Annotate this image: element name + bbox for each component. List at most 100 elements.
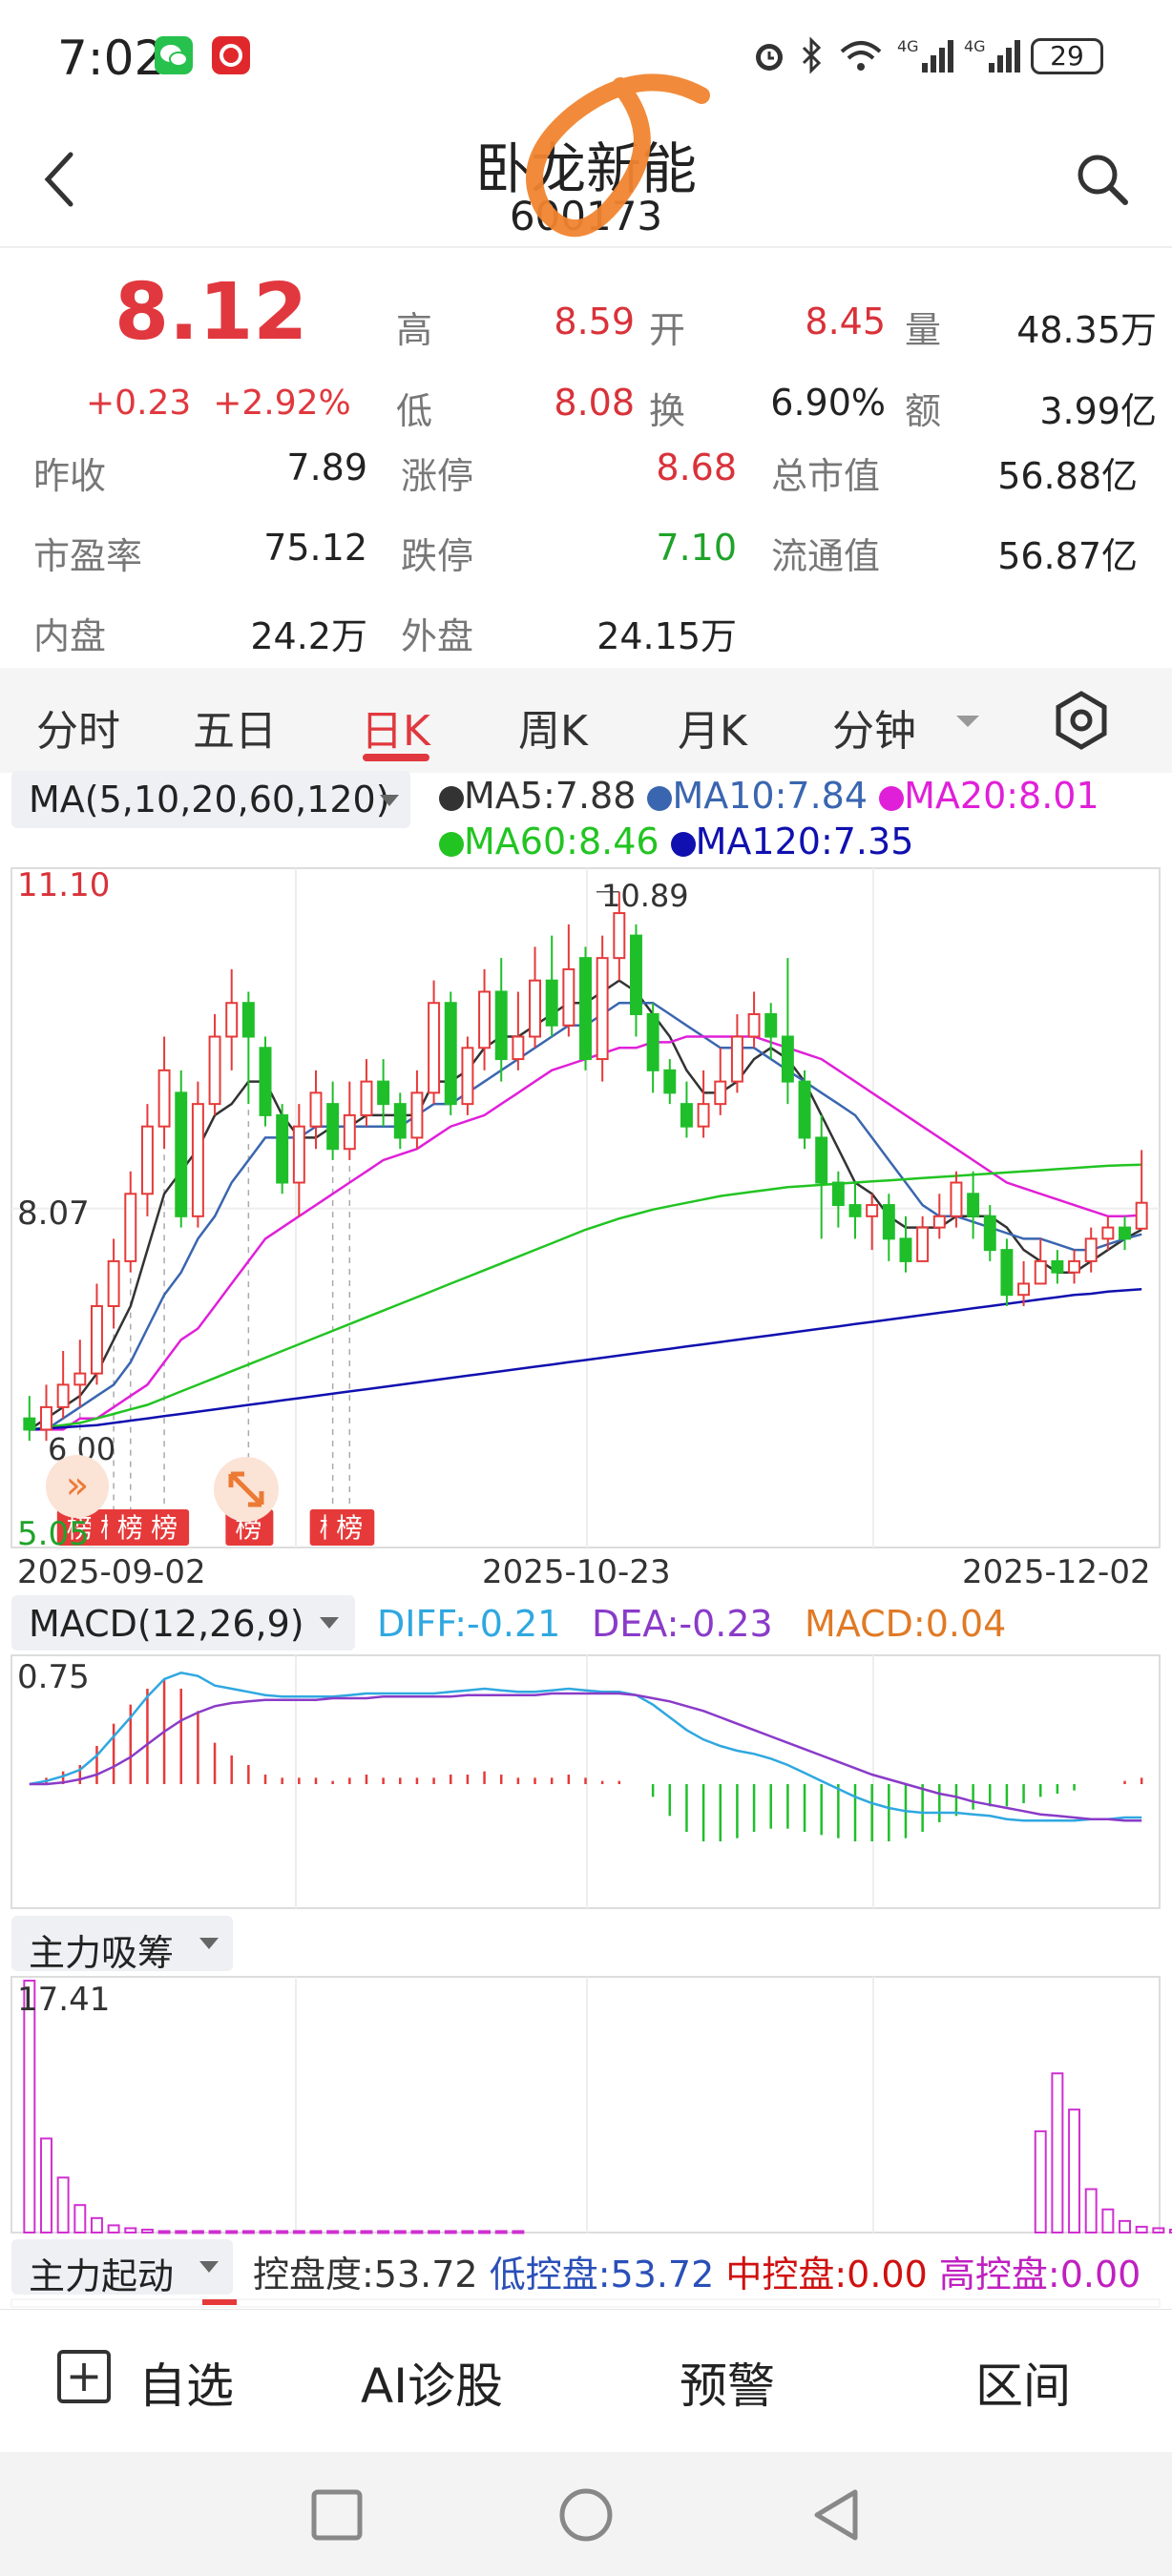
- candle-10: [191, 1103, 204, 1217]
- chip-bar-17: [309, 2230, 323, 2234]
- chip-selector-label: 主力吸筹: [29, 1932, 175, 1974]
- prev-close-label: 昨收: [33, 455, 107, 497]
- candle-55: [950, 1181, 963, 1217]
- chevron-down-icon: [199, 2261, 219, 2273]
- low-label: 低: [396, 390, 433, 432]
- chip-bar-23: [410, 2230, 424, 2234]
- tab-timeshare[interactable]: 分时: [36, 696, 120, 758]
- chip-bar-1: [40, 2137, 52, 2234]
- mid-control: 中控盘:0.00: [725, 2254, 928, 2296]
- candle-61: [1051, 1259, 1064, 1274]
- range-button[interactable]: 区间: [975, 2348, 1071, 2417]
- chip-bar-66: [1135, 2225, 1148, 2234]
- candle-19: [343, 1113, 356, 1151]
- tab-weekly-k[interactable]: 周K: [518, 696, 588, 758]
- candle-22: [393, 1103, 407, 1139]
- candle-53: [916, 1226, 930, 1262]
- list-marker-text-3: 榜: [151, 1512, 178, 1544]
- float-cap-value: 56.87亿: [997, 535, 1138, 577]
- macd-selector[interactable]: MACD(12,26,9): [11, 1595, 355, 1651]
- chip-bar-65: [1119, 2219, 1131, 2234]
- watchlist-button[interactable]: 自选: [138, 2348, 234, 2417]
- expand-left-icon[interactable]: »: [46, 1455, 109, 1518]
- open-value: 8.45: [805, 301, 886, 343]
- chevron-down-icon[interactable]: [954, 712, 981, 731]
- turnover-value: 6.90%: [770, 382, 886, 424]
- candle-66: [1135, 1201, 1148, 1230]
- price-axis-mid: 8.07: [17, 1195, 90, 1233]
- candle-30: [529, 979, 542, 1038]
- candle-1: [40, 1405, 52, 1431]
- candle-8: [157, 1069, 171, 1128]
- high-value: 8.59: [554, 301, 635, 343]
- macd-axis-top: 0.75: [17, 1658, 90, 1696]
- back-icon[interactable]: [809, 2486, 863, 2544]
- period-tabs: 分时 五日 日K 周K 月K 分钟: [0, 668, 1172, 773]
- chip-bar-12: [225, 2230, 239, 2234]
- candle-14: [259, 1047, 272, 1116]
- search-icon[interactable]: [1074, 151, 1131, 208]
- chip-bar-61: [1051, 2072, 1064, 2233]
- tab-daily-k[interactable]: 日K: [361, 696, 430, 758]
- limit-down-label: 跌停: [401, 535, 474, 577]
- ai-diagnosis-button[interactable]: AI诊股: [361, 2348, 503, 2417]
- chip-bar-3: [73, 2204, 87, 2233]
- candle-49: [848, 1204, 862, 1217]
- stock-chart[interactable]: 榜榜榜榜榜榜榜: [0, 763, 1172, 2309]
- chip-bar-8: [157, 2230, 171, 2234]
- amount-label: 额: [905, 390, 942, 432]
- price-change: +0.23 +2.92%: [86, 384, 351, 423]
- signal-icon-2: 4G: [964, 37, 1020, 73]
- candle-65: [1119, 1226, 1131, 1240]
- tab-minute[interactable]: 分钟: [832, 696, 916, 758]
- home-icon[interactable]: [557, 2486, 615, 2544]
- candle-24: [428, 1002, 441, 1094]
- price-axis-bottom: 5.05: [17, 1515, 90, 1553]
- candle-47: [815, 1136, 828, 1184]
- candle-6: [124, 1193, 137, 1262]
- chip-bar-27: [478, 2230, 492, 2234]
- chip-bar-26: [461, 2230, 474, 2234]
- start-selector[interactable]: 主力起动: [11, 2239, 233, 2297]
- recent-apps-icon[interactable]: [310, 2488, 364, 2542]
- candle-31: [545, 979, 558, 1027]
- chip-bar-22: [393, 2230, 407, 2234]
- candle-29: [512, 1035, 525, 1061]
- date-label-start: 2025-09-02: [17, 1553, 206, 1591]
- alarm-icon: [756, 44, 783, 71]
- alert-button[interactable]: 预警: [680, 2348, 775, 2417]
- fullscreen-icon[interactable]: [212, 1455, 281, 1524]
- chip-bar-29: [512, 2230, 525, 2234]
- candle-39: [680, 1103, 693, 1128]
- inner-volume-label: 内盘: [33, 615, 107, 657]
- candle-5: [107, 1259, 120, 1307]
- candle-25: [444, 1002, 457, 1106]
- chip-bar-28: [494, 2230, 508, 2234]
- candle-15: [276, 1113, 289, 1184]
- battery-icon: 29: [1031, 38, 1103, 74]
- tab-monthly-k[interactable]: 月K: [678, 696, 747, 758]
- chip-bar-67: [1152, 2227, 1165, 2234]
- wechat-icon: [155, 36, 193, 74]
- chip-bar-63: [1084, 2188, 1098, 2233]
- high-marker: 10.89: [601, 878, 689, 914]
- tab-five-day[interactable]: 五日: [193, 696, 277, 758]
- list-marker-text-2: 榜: [117, 1512, 144, 1544]
- candle-17: [309, 1091, 323, 1128]
- chip-bar-14: [259, 2230, 272, 2234]
- turnover-label: 换: [649, 390, 686, 432]
- settings-icon[interactable]: [1050, 689, 1113, 752]
- candle-3: [73, 1372, 87, 1386]
- high-control: 高控盘:0.00: [938, 2254, 1141, 2296]
- chip-bar-6: [124, 2227, 137, 2234]
- add-watchlist-icon[interactable]: +: [57, 2350, 111, 2403]
- chip-bar-15: [276, 2230, 289, 2234]
- chip-selector[interactable]: 主力吸筹: [11, 1916, 233, 1974]
- candle-58: [1000, 1249, 1014, 1297]
- candle-40: [697, 1103, 710, 1128]
- candle-42: [730, 1035, 743, 1083]
- candle-38: [663, 1069, 677, 1094]
- volume-value: 48.35万: [1016, 309, 1157, 351]
- date-label-mid: 2025-10-23: [482, 1553, 671, 1591]
- chip-bar-10: [191, 2230, 204, 2234]
